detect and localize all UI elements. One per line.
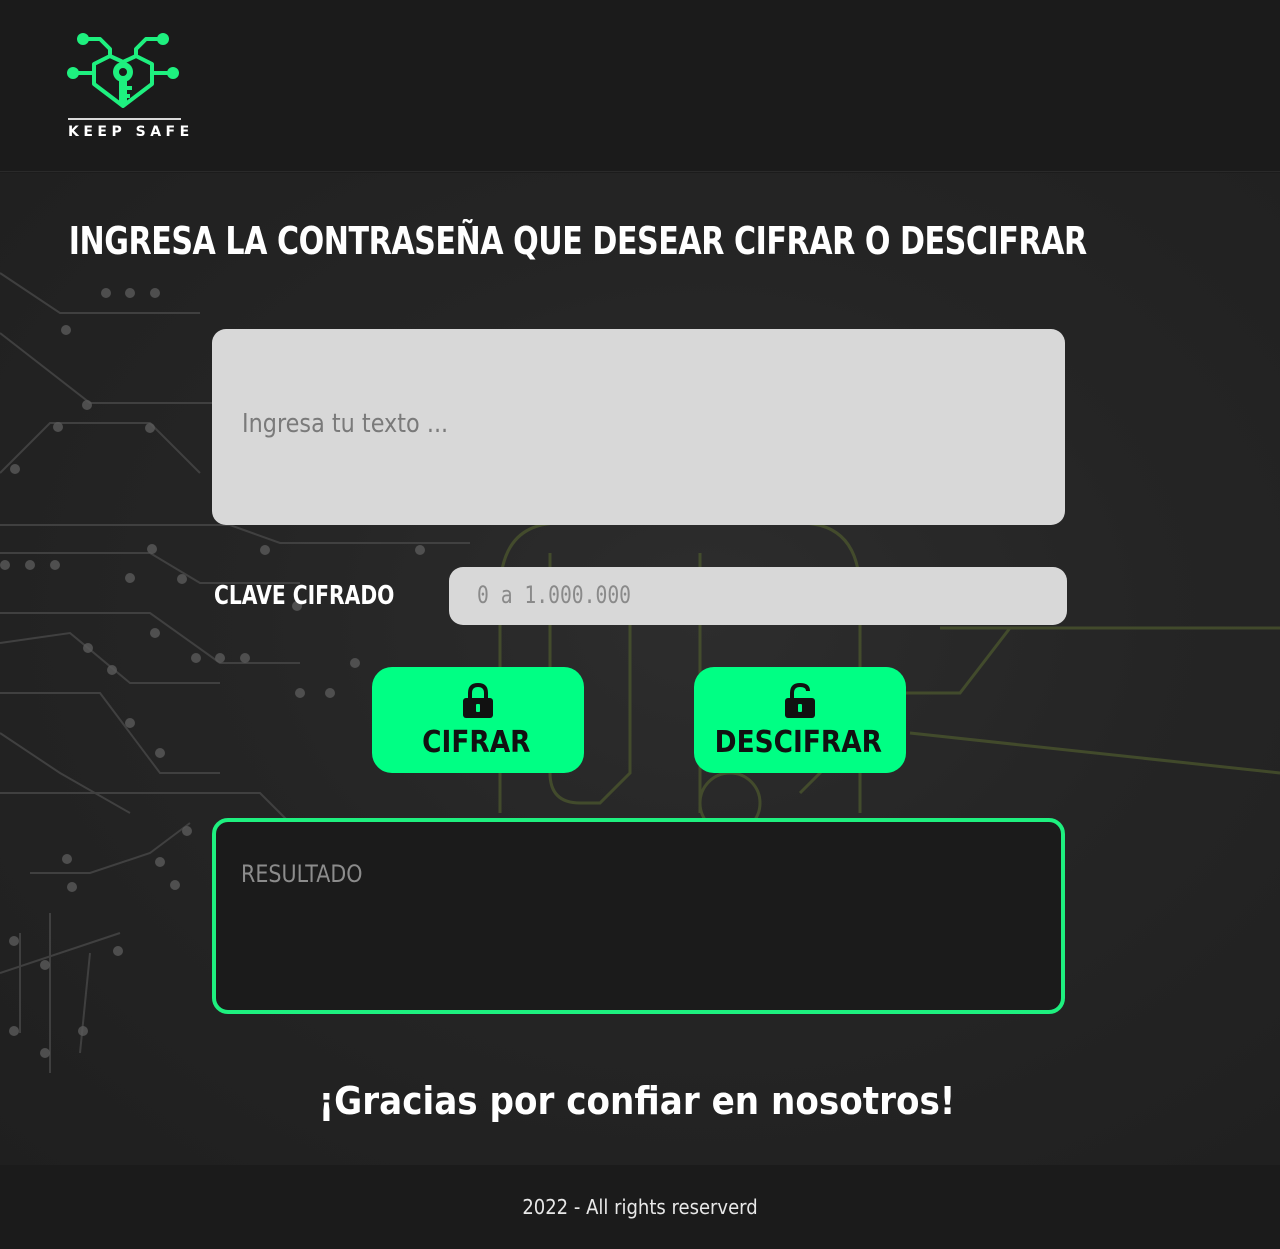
text-input-placeholder: Ingresa tu texto ... xyxy=(242,409,449,439)
logo-divider xyxy=(68,118,181,120)
main-section: INGRESA LA CONTRASEÑA QUE DESEAR CIFRAR … xyxy=(0,173,1280,1165)
circuit-key-shield-icon xyxy=(67,33,179,108)
decrypt-button-label: DESCIFRAR xyxy=(714,725,882,760)
decrypt-button[interactable]: DESCIFRAR xyxy=(694,667,906,773)
result-placeholder: RESULTADO xyxy=(241,860,363,888)
logo[interactable]: KEEP SAFE xyxy=(66,26,194,146)
key-label: CLAVE CIFRADO xyxy=(214,581,395,611)
copyright-text: 2022 - All rights reserverd xyxy=(522,1195,758,1219)
footer: 2022 - All rights reserverd xyxy=(0,1165,1280,1249)
encrypt-button[interactable]: CIFRAR xyxy=(372,667,584,773)
circuit-background-decoration xyxy=(0,272,1280,1073)
key-input-placeholder: 0 a 1.000.000 xyxy=(477,581,632,609)
logo-text: KEEP SAFE xyxy=(68,124,194,140)
lock-open-icon xyxy=(785,683,815,718)
text-input[interactable]: Ingresa tu texto ... xyxy=(212,329,1065,525)
page-title: INGRESA LA CONTRASEÑA QUE DESEAR CIFRAR … xyxy=(68,219,1087,263)
encrypt-button-label: CIFRAR xyxy=(422,725,531,760)
thanks-message: ¡Gracias por confiar en nosotros! xyxy=(318,1079,956,1123)
lock-closed-icon xyxy=(463,683,493,718)
result-output[interactable]: RESULTADO xyxy=(212,818,1065,1014)
header: KEEP SAFE xyxy=(0,0,1280,172)
key-input[interactable]: 0 a 1.000.000 xyxy=(449,567,1067,625)
